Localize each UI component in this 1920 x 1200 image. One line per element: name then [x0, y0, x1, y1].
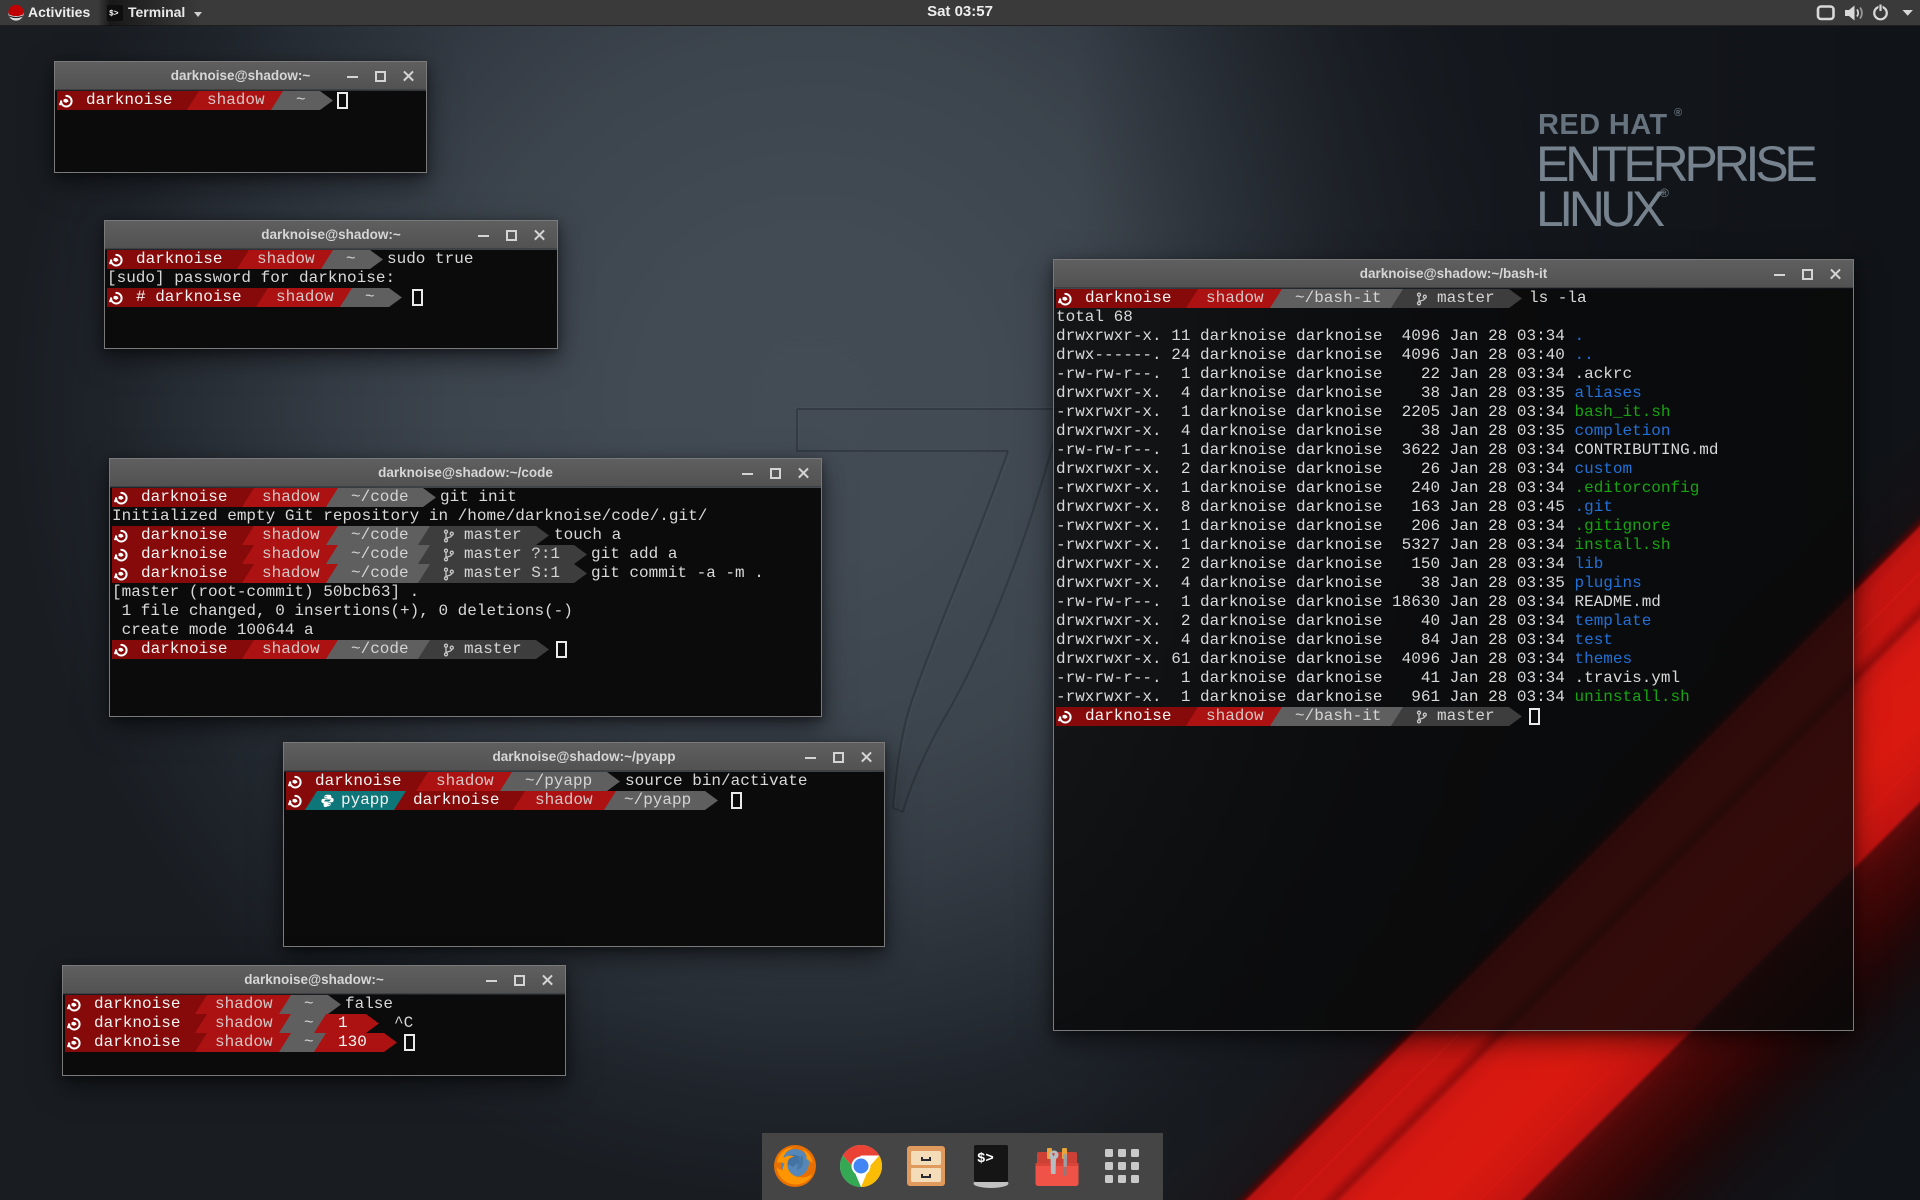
svg-text:®: ® [1660, 186, 1669, 200]
svg-text:LINUX: LINUX [1536, 181, 1665, 237]
svg-text:®: ® [1674, 107, 1682, 119]
svg-text:$>: $> [977, 1151, 994, 1167]
